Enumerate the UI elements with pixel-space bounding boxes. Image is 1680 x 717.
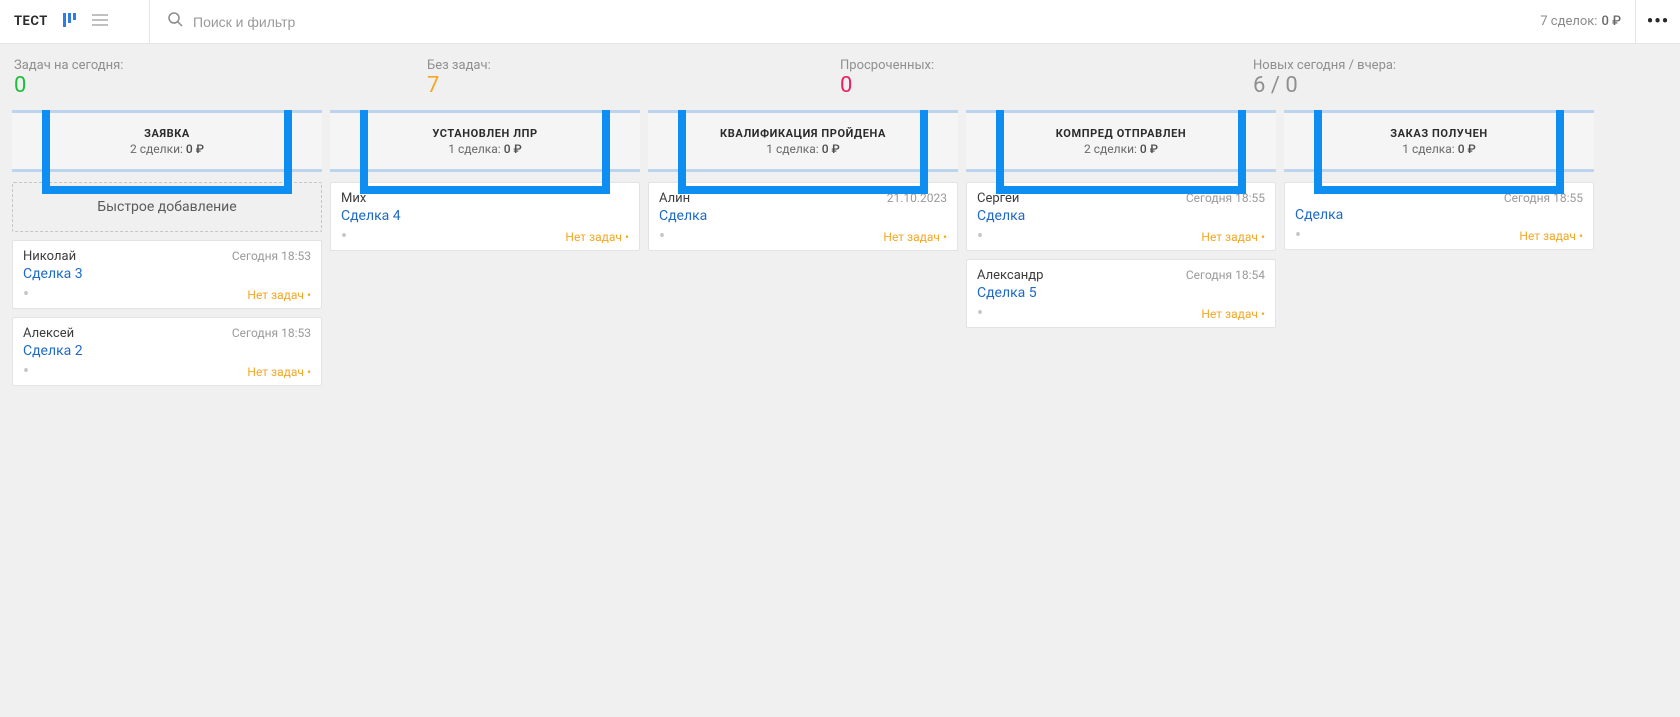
deal-link[interactable]: Сделка 4: [341, 208, 629, 224]
stat-label: Задач на сегодня:: [14, 58, 427, 73]
column-header[interactable]: КОМПРЕД ОТПРАВЛЕН 2 сделки: 0 ₽: [966, 110, 1276, 172]
list-view-icon[interactable]: [92, 13, 108, 30]
card-time: Сегодня 18:53: [232, 326, 311, 340]
card-time: Сегодня 18:53: [232, 249, 311, 263]
deal-card[interactable]: Сегодня 18:55 Сделка • Нет задач •: [1284, 182, 1594, 250]
card-time: Сегодня 18:54: [1186, 268, 1265, 282]
search-input[interactable]: [193, 14, 1508, 30]
column-kompred: КОМПРЕД ОТПРАВЛЕН 2 сделки: 0 ₽ Сергей С…: [966, 110, 1276, 336]
deal-card[interactable]: Сергей Сегодня 18:55 Сделка • Нет задач …: [966, 182, 1276, 251]
deal-link[interactable]: Сделка: [659, 208, 947, 224]
column-title: УСТАНОВЛЕН ЛПР: [432, 127, 537, 140]
stats-row: Задач на сегодня: 0 Без задач: 7 Просроч…: [0, 44, 1680, 110]
no-tasks-badge: Нет задач •: [247, 365, 311, 379]
search-icon: [168, 12, 183, 31]
topbar: ТЕСТ 7 сделок: 0 ₽ •••: [0, 0, 1680, 44]
column-header[interactable]: ЗАЯВКА 2 сделки: 0 ₽: [12, 110, 322, 172]
card-contact: Николай: [23, 249, 76, 264]
column-title: ЗАКАЗ ПОЛУЧЕН: [1390, 127, 1488, 140]
search-wrap: [150, 12, 1526, 31]
kanban-board: ЗАЯВКА 2 сделки: 0 ₽ Быстрое добавление …: [0, 110, 1680, 418]
card-time: Сегодня 18:55: [1504, 191, 1583, 205]
stat-value: 6 / 0: [1253, 74, 1666, 98]
quick-add-button[interactable]: Быстрое добавление: [12, 182, 322, 232]
deal-link[interactable]: Сделка 2: [23, 343, 311, 359]
stat-value: 0: [840, 74, 1253, 98]
card-contact: Александр: [977, 268, 1043, 283]
pipeline-title: ТЕСТ: [14, 14, 48, 29]
deal-card[interactable]: Алин 21.10.2023 Сделка • Нет задач •: [648, 182, 958, 251]
stat-value: 0: [14, 74, 427, 98]
no-tasks-badge: Нет задач •: [883, 230, 947, 244]
deal-link[interactable]: Сделка: [1295, 207, 1583, 223]
no-tasks-badge: Нет задач •: [1519, 229, 1583, 243]
card-time: 21.10.2023: [887, 191, 947, 205]
card-contact: Алексей: [23, 326, 74, 341]
column-title: КВАЛИФИКАЦИЯ ПРОЙДЕНА: [720, 127, 886, 140]
column-subtitle: 2 сделки: 0 ₽: [1084, 142, 1158, 156]
summary-amount: 0 ₽: [1601, 14, 1621, 29]
column-lpr: УСТАНОВЛЕН ЛПР 1 сделка: 0 ₽ Мих Сделка …: [330, 110, 640, 259]
stat-label: Без задач:: [427, 58, 840, 73]
card-contact: Алин: [659, 191, 690, 206]
more-menu-button[interactable]: •••: [1636, 0, 1680, 44]
column-header[interactable]: КВАЛИФИКАЦИЯ ПРОЙДЕНА 1 сделка: 0 ₽: [648, 110, 958, 172]
no-tasks-badge: Нет задач •: [565, 230, 629, 244]
deal-link[interactable]: Сделка 5: [977, 285, 1265, 301]
column-subtitle: 1 сделка: 0 ₽: [448, 142, 522, 156]
no-tasks-badge: Нет задач •: [247, 288, 311, 302]
card-time: Сегодня 18:55: [1186, 191, 1265, 205]
stat-new-today: Новых сегодня / вчера: 6 / 0: [1253, 58, 1666, 98]
summary-label: 7 сделок:: [1540, 14, 1597, 29]
column-header[interactable]: ЗАКАЗ ПОЛУЧЕН 1 сделка: 0 ₽: [1284, 110, 1594, 172]
column-kvalifikaciya: КВАЛИФИКАЦИЯ ПРОЙДЕНА 1 сделка: 0 ₽ Алин…: [648, 110, 958, 259]
deal-link[interactable]: Сделка: [977, 208, 1265, 224]
stat-label: Новых сегодня / вчера:: [1253, 58, 1666, 73]
column-subtitle: 2 сделки: 0 ₽: [130, 142, 204, 156]
deals-summary: 7 сделок: 0 ₽: [1526, 0, 1636, 43]
stat-value: 7: [427, 74, 840, 98]
deal-card[interactable]: Алексей Сегодня 18:53 Сделка 2 • Нет зад…: [12, 317, 322, 386]
column-zayavka: ЗАЯВКА 2 сделки: 0 ₽ Быстрое добавление …: [12, 110, 322, 394]
stat-label: Просроченных:: [840, 58, 1253, 73]
card-contact: Сергей: [977, 191, 1019, 206]
card-contact: Мих: [341, 191, 366, 206]
column-zakaz: ЗАКАЗ ПОЛУЧЕН 1 сделка: 0 ₽ Сегодня 18:5…: [1284, 110, 1594, 258]
column-subtitle: 1 сделка: 0 ₽: [766, 142, 840, 156]
column-subtitle: 1 сделка: 0 ₽: [1402, 142, 1476, 156]
deal-card[interactable]: Александр Сегодня 18:54 Сделка 5 • Нет з…: [966, 259, 1276, 328]
topbar-left: ТЕСТ: [0, 0, 150, 43]
kanban-view-icon[interactable]: [62, 12, 78, 31]
column-title: КОМПРЕД ОТПРАВЛЕН: [1056, 127, 1187, 140]
deal-card[interactable]: Мих Сделка 4 • Нет задач •: [330, 182, 640, 251]
no-tasks-badge: Нет задач •: [1201, 307, 1265, 321]
deal-card[interactable]: Николай Сегодня 18:53 Сделка 3 • Нет зад…: [12, 240, 322, 309]
stat-tasks-today: Задач на сегодня: 0: [14, 58, 427, 98]
deal-link[interactable]: Сделка 3: [23, 266, 311, 282]
no-tasks-badge: Нет задач •: [1201, 230, 1265, 244]
stat-no-tasks: Без задач: 7: [427, 58, 840, 98]
column-header[interactable]: УСТАНОВЛЕН ЛПР 1 сделка: 0 ₽: [330, 110, 640, 172]
column-title: ЗАЯВКА: [144, 127, 190, 140]
stat-overdue: Просроченных: 0: [840, 58, 1253, 98]
